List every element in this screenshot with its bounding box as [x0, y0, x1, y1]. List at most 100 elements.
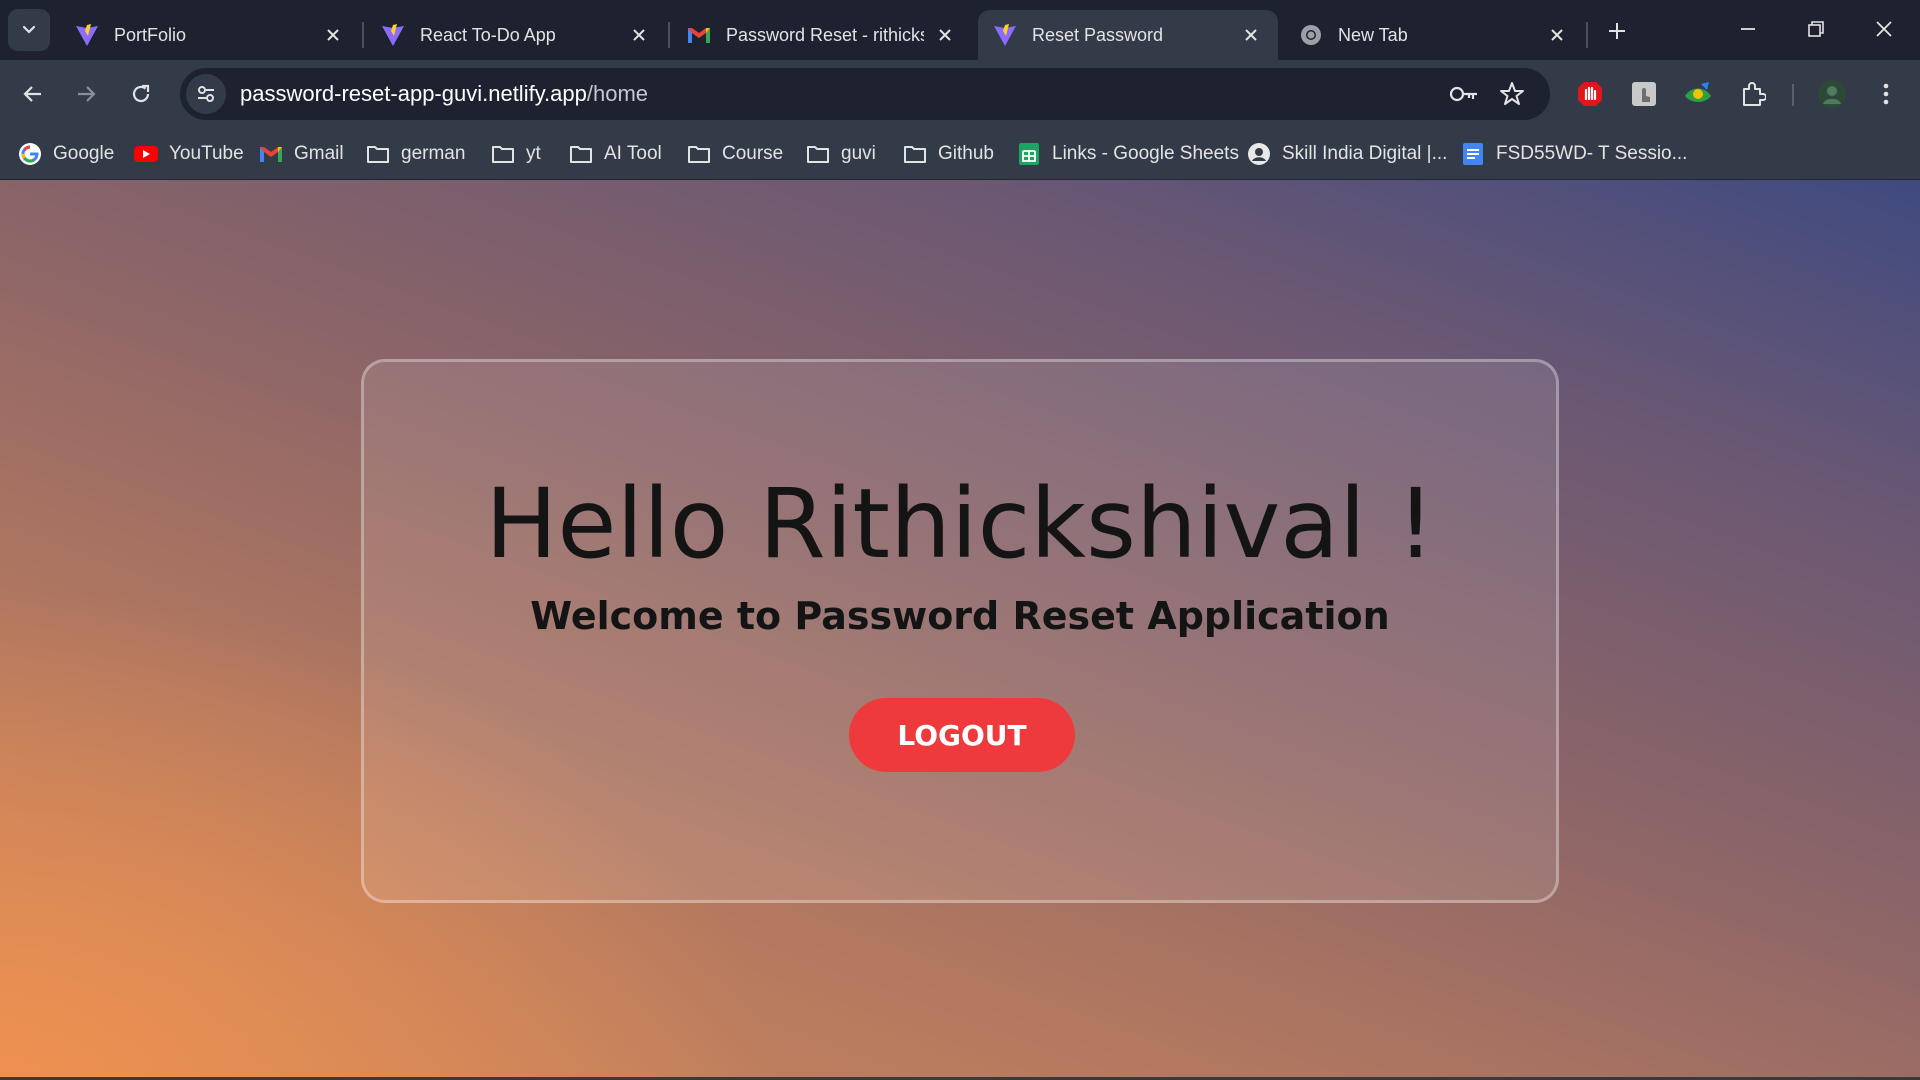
home-card: Hello Rithickshival ! Welcome to Passwor…	[361, 359, 1559, 903]
more-vert-icon	[1883, 83, 1889, 105]
tab-separator	[362, 22, 364, 48]
sheets-icon	[1016, 141, 1042, 167]
bookmark-folder-guvi[interactable]: guvi	[805, 138, 876, 170]
close-icon[interactable]	[932, 22, 958, 48]
extensions-button[interactable]	[1733, 74, 1773, 114]
tab-title: Password Reset - rithickshivaI	[726, 24, 924, 45]
folder-icon	[902, 141, 928, 167]
vite-icon	[992, 22, 1018, 48]
toolbar-separator	[1792, 84, 1794, 106]
url-text[interactable]: password-reset-app-guvi.netlify.app/home	[240, 81, 648, 107]
puzzle-icon	[1743, 82, 1766, 106]
tune-icon	[198, 86, 214, 102]
tab-new-tab[interactable]: New Tab	[1284, 10, 1584, 60]
close-icon[interactable]	[626, 22, 652, 48]
folder-icon	[805, 141, 831, 167]
folder-icon	[490, 141, 516, 167]
bookmark-folder-github[interactable]: Github	[902, 138, 994, 170]
extension-touch[interactable]	[1624, 74, 1664, 114]
back-button[interactable]	[13, 74, 53, 114]
avatar-icon	[1818, 80, 1846, 108]
minimize-button[interactable]	[1724, 8, 1772, 50]
folder-icon	[686, 141, 712, 167]
reload-button[interactable]	[121, 74, 161, 114]
bookmark-label: Course	[722, 143, 784, 164]
skill-india-icon	[1246, 141, 1272, 167]
bookmark-youtube[interactable]: YouTube	[133, 138, 244, 170]
bookmark-folder-yt[interactable]: yt	[490, 138, 541, 170]
bookmark-label: Google	[53, 143, 115, 164]
page-content: Hello Rithickshival ! Welcome to Passwor…	[0, 180, 1920, 1080]
bookmark-label: Gmail	[294, 143, 344, 164]
extension-color-eye[interactable]	[1678, 74, 1718, 114]
welcome-subtitle: Welcome to Password Reset Application	[530, 594, 1390, 638]
bookmark-links-google-sheets[interactable]: Links - Google Sheets	[1016, 138, 1239, 170]
touch-icon	[1632, 82, 1656, 106]
vite-icon	[380, 22, 406, 48]
bookmark-folder-course[interactable]: Course	[686, 138, 783, 170]
close-icon[interactable]	[320, 22, 346, 48]
bookmark-label: YouTube	[169, 143, 244, 164]
bookmark-label: german	[401, 143, 466, 164]
url-host: password-reset-app-guvi.netlify.app	[240, 81, 587, 106]
logout-button[interactable]: LOGOUT	[849, 698, 1075, 772]
url-path: /home	[586, 81, 649, 106]
bookmark-fsd55wd-docs[interactable]: FSD55WD- T Sessio...	[1460, 138, 1687, 170]
stop-hand-icon	[1578, 82, 1602, 106]
close-icon[interactable]	[1238, 22, 1264, 48]
tab-strip: PortFolio React To-Do App Password Reset…	[0, 0, 1920, 60]
bookmark-label: Links - Google Sheets	[1052, 143, 1239, 164]
folder-icon	[365, 141, 391, 167]
star-icon	[1500, 82, 1524, 105]
bookmark-skill-india[interactable]: Skill India Digital |...	[1246, 138, 1447, 170]
arrow-right-icon	[78, 86, 96, 102]
folder-icon	[568, 141, 594, 167]
key-icon	[1449, 86, 1477, 102]
tab-portfolio[interactable]: PortFolio	[60, 10, 360, 60]
site-info-button[interactable]	[186, 74, 226, 114]
browser-menu-button[interactable]	[1866, 74, 1906, 114]
restore-icon	[1808, 21, 1824, 37]
bookmark-folder-ai-tool[interactable]: AI Tool	[568, 138, 662, 170]
minimize-icon	[1741, 28, 1755, 30]
tab-separator	[668, 22, 670, 48]
reload-icon	[132, 84, 150, 103]
eye-dropper-icon	[1685, 82, 1711, 102]
close-icon	[1876, 21, 1892, 37]
extension-adblock[interactable]	[1570, 74, 1610, 114]
tab-gmail-password-reset[interactable]: Password Reset - rithickshivaI	[672, 10, 972, 60]
bookmark-star-button[interactable]	[1494, 76, 1530, 112]
bookmark-label: FSD55WD- T Sessio...	[1496, 143, 1688, 164]
tab-separator	[1586, 22, 1588, 48]
bookmark-folder-german[interactable]: german	[365, 138, 465, 170]
tab-reset-password[interactable]: Reset Password	[978, 10, 1278, 60]
profile-avatar[interactable]	[1812, 74, 1852, 114]
bookmark-google[interactable]: Google	[17, 138, 114, 170]
plus-icon	[1609, 23, 1625, 39]
restore-button[interactable]	[1792, 8, 1840, 50]
youtube-icon	[133, 141, 159, 167]
bookmarks-bar: Google YouTube Gmail german yt AI Tool C…	[0, 128, 1920, 180]
address-bar[interactable]: password-reset-app-guvi.netlify.app/home	[180, 68, 1550, 120]
bookmark-gmail[interactable]: Gmail	[258, 138, 344, 170]
tab-title: New Tab	[1338, 24, 1408, 45]
gmail-icon	[686, 22, 712, 48]
browser-toolbar: password-reset-app-guvi.netlify.app/home	[0, 60, 1920, 128]
bookmark-label: Github	[938, 143, 994, 164]
tab-react-todo[interactable]: React To-Do App	[366, 10, 666, 60]
tab-title: React To-Do App	[420, 24, 556, 45]
bookmark-label: guvi	[841, 143, 876, 164]
close-icon[interactable]	[1544, 22, 1570, 48]
docs-icon	[1460, 141, 1486, 167]
new-tab-button[interactable]	[1600, 14, 1634, 48]
password-key-button[interactable]	[1446, 76, 1482, 112]
close-window-button[interactable]	[1860, 8, 1908, 50]
arrow-left-icon	[23, 86, 41, 102]
tab-title: PortFolio	[114, 24, 187, 45]
bookmark-label: AI Tool	[604, 143, 662, 164]
chrome-icon	[1298, 22, 1324, 48]
google-icon	[17, 141, 43, 167]
tab-search-button[interactable]	[8, 9, 50, 51]
forward-button[interactable]	[66, 74, 106, 114]
bookmark-label: Skill India Digital |...	[1282, 143, 1448, 164]
